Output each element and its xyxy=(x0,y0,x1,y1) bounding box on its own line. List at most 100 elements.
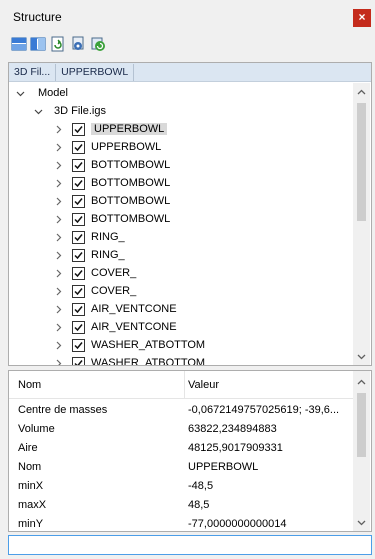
tree-item-label: WASHER_ATBOTTOM xyxy=(91,357,206,365)
close-button[interactable]: × xyxy=(353,9,371,27)
property-row[interactable]: Centre de masses -0,0672149757025619; -39… xyxy=(9,401,353,420)
vertical-split-icon[interactable] xyxy=(29,35,47,53)
toolbar xyxy=(0,33,375,57)
visibility-checkbox[interactable] xyxy=(72,122,85,136)
column-header-value[interactable]: Valeur xyxy=(188,379,219,391)
chevron-right-icon[interactable] xyxy=(52,321,64,333)
chevron-down-icon[interactable] xyxy=(32,105,44,117)
scroll-down-icon[interactable] xyxy=(353,348,370,365)
chevron-right-icon[interactable] xyxy=(52,213,64,225)
property-value: UPPERBOWL xyxy=(188,461,259,473)
tree-item[interactable]: BOTTOMBOWL xyxy=(52,156,170,174)
visibility-checkbox[interactable] xyxy=(72,338,85,352)
tree-item[interactable]: AIR_VENTCONE xyxy=(52,318,177,336)
property-value: -0,0672149757025619; -39,6... xyxy=(188,404,340,416)
tree-item-label: COVER_ xyxy=(91,267,137,279)
visibility-checkbox[interactable] xyxy=(72,176,85,190)
chevron-right-icon[interactable] xyxy=(52,141,64,153)
visibility-checkbox[interactable] xyxy=(72,302,85,316)
visibility-checkbox[interactable] xyxy=(72,284,85,298)
chevron-right-icon[interactable] xyxy=(52,159,64,171)
tree-item[interactable]: RING_ xyxy=(52,228,125,246)
chevron-right-icon[interactable] xyxy=(52,285,64,297)
property-name: Nom xyxy=(18,461,42,473)
chevron-right-icon[interactable] xyxy=(52,303,64,315)
horizontal-split-icon[interactable] xyxy=(10,35,28,53)
chevron-right-icon[interactable] xyxy=(52,177,64,189)
tree-item-label: RING_ xyxy=(91,249,125,261)
visibility-checkbox[interactable] xyxy=(72,248,85,262)
search-field[interactable] xyxy=(8,535,372,555)
document-settings-icon[interactable] xyxy=(69,35,87,53)
chevron-right-icon[interactable] xyxy=(52,267,64,279)
refresh-icon[interactable] xyxy=(49,35,67,53)
properties-panel: Nom Valeur Centre de masses -0,0672149757… xyxy=(8,370,372,532)
chevron-right-icon[interactable] xyxy=(52,357,64,365)
tree-item-label: COVER_ xyxy=(91,285,137,297)
tree-item[interactable]: UPPERBOWL xyxy=(52,120,168,138)
scroll-up-icon[interactable] xyxy=(353,83,370,100)
chevron-right-icon[interactable] xyxy=(52,339,64,351)
property-name: minY xyxy=(18,518,44,530)
chevron-right-icon[interactable] xyxy=(52,123,64,135)
tree-item[interactable]: BOTTOMBOWL xyxy=(52,174,170,192)
property-row[interactable]: Volume 63822,234894883 xyxy=(9,420,353,439)
tree-item[interactable]: AIR_VENTCONE xyxy=(52,300,177,318)
structure-panel: 3D Fil... UPPERBOWL Model 3D File.igs UP… xyxy=(8,62,372,366)
visibility-checkbox[interactable] xyxy=(72,140,85,154)
scroll-up-icon[interactable] xyxy=(353,373,370,390)
chevron-right-icon[interactable] xyxy=(52,231,64,243)
breadcrumb-item-part[interactable]: UPPERBOWL xyxy=(56,63,135,81)
title-bar: Structure × xyxy=(0,0,375,32)
column-header-name[interactable]: Nom xyxy=(18,379,41,391)
chevron-right-icon[interactable] xyxy=(52,195,64,207)
tree-item[interactable]: WASHER_ATBOTTOM xyxy=(52,354,205,365)
breadcrumb: 3D Fil... UPPERBOWL xyxy=(9,63,371,82)
visibility-checkbox[interactable] xyxy=(72,194,85,208)
property-value: 63822,234894883 xyxy=(188,423,277,435)
visibility-checkbox[interactable] xyxy=(72,320,85,334)
visibility-checkbox[interactable] xyxy=(72,230,85,244)
scroll-thumb[interactable] xyxy=(357,393,366,457)
tree-item[interactable]: COVER_ xyxy=(52,282,136,300)
close-icon: × xyxy=(358,10,366,24)
property-name: Centre de masses xyxy=(18,404,108,416)
tree-item[interactable]: WASHER_ATBOTTOM xyxy=(52,336,205,354)
tree-item-label: AIR_VENTCONE xyxy=(91,321,177,333)
tree-scrollbar[interactable] xyxy=(353,83,370,365)
refresh-green-icon[interactable] xyxy=(89,35,107,53)
tree-node-label: 3D File.igs xyxy=(54,105,106,117)
chevron-down-icon[interactable] xyxy=(14,87,26,99)
tree-item[interactable]: BOTTOMBOWL xyxy=(52,192,170,210)
tree-node-model[interactable]: Model xyxy=(14,84,68,102)
column-separator[interactable] xyxy=(184,371,185,399)
tree-item[interactable]: UPPERBOWL xyxy=(52,138,161,156)
visibility-checkbox[interactable] xyxy=(72,266,85,280)
tree-item-label: UPPERBOWL xyxy=(91,141,162,153)
tree-item[interactable]: BOTTOMBOWL xyxy=(52,210,170,228)
breadcrumb-item-file[interactable]: 3D Fil... xyxy=(9,63,57,81)
properties-scrollbar[interactable] xyxy=(353,371,370,531)
visibility-checkbox[interactable] xyxy=(72,356,85,365)
tree-item[interactable]: RING_ xyxy=(52,246,125,264)
visibility-checkbox[interactable] xyxy=(72,212,85,226)
tree-item-label: BOTTOMBOWL xyxy=(91,159,171,171)
chevron-right-icon[interactable] xyxy=(52,249,64,261)
property-row[interactable]: Aire 48125,9017909331 xyxy=(9,439,353,458)
tree-item-label: WASHER_ATBOTTOM xyxy=(91,339,206,351)
property-row[interactable]: maxX 48,5 xyxy=(9,496,353,515)
tree-item[interactable]: COVER_ xyxy=(52,264,136,282)
property-row[interactable]: minY -77,0000000000014 xyxy=(9,515,353,534)
tree-node-file[interactable]: 3D File.igs xyxy=(32,102,106,120)
search-input[interactable] xyxy=(9,536,371,554)
tree-item-label: AIR_VENTCONE xyxy=(91,303,177,315)
property-row[interactable]: Nom UPPERBOWL xyxy=(9,458,353,477)
structure-tree: Model 3D File.igs UPPERBOWL UPPERBOWL BOTT… xyxy=(9,83,353,365)
scroll-down-icon[interactable] xyxy=(353,514,370,531)
property-value: -77,0000000000014 xyxy=(188,518,287,530)
tree-item-label: RING_ xyxy=(91,231,125,243)
property-name: maxX xyxy=(18,499,47,511)
scroll-thumb[interactable] xyxy=(357,103,366,221)
visibility-checkbox[interactable] xyxy=(72,158,85,172)
property-row[interactable]: minX -48,5 xyxy=(9,477,353,496)
